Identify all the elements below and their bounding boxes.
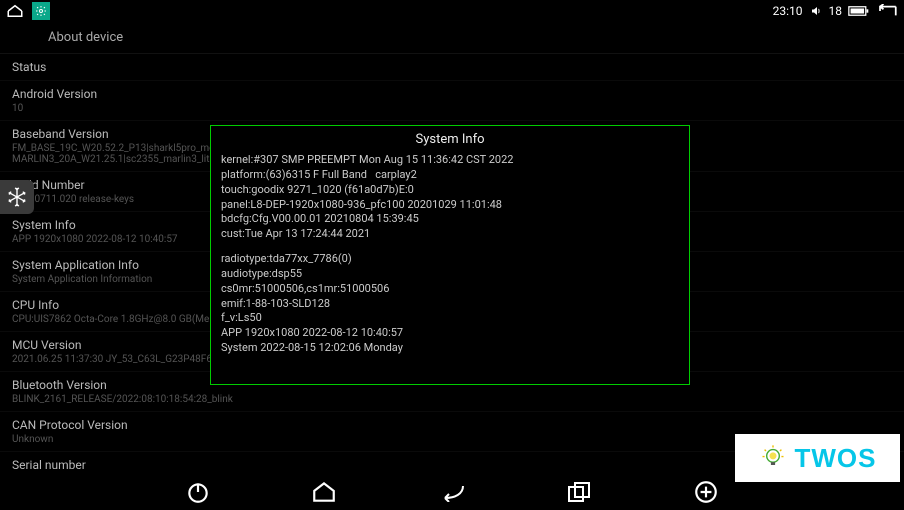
twos-watermark: TWOS — [735, 434, 900, 482]
system-info-dialog: System Info kernel:#307 SMP PREEMPT Mon … — [210, 125, 690, 385]
page-header: About device — [0, 22, 904, 54]
home-button[interactable] — [311, 479, 337, 505]
power-button[interactable] — [185, 479, 211, 505]
lightbulb-icon — [759, 444, 787, 472]
add-button[interactable] — [693, 479, 719, 505]
dialog-body-1: kernel:#307 SMP PREEMPT Mon Aug 15 11:36… — [221, 153, 679, 242]
back-icon[interactable] — [876, 4, 898, 18]
page-title: About device — [48, 30, 123, 45]
freeze-tab[interactable] — [0, 180, 34, 214]
back-button[interactable] — [437, 482, 467, 502]
row-title: CAN Protocol Version — [12, 418, 892, 432]
dialog-title: System Info — [221, 132, 679, 147]
row-android-version[interactable]: Android Version 10 — [0, 81, 904, 121]
dialog-body-2: radiotype:tda77xx_7786(0) audiotype:dsp5… — [221, 252, 679, 356]
watermark-text: TWOS — [795, 443, 877, 474]
home-icon[interactable] — [6, 4, 24, 18]
battery-icon — [848, 5, 870, 17]
status-time: 23:10 — [773, 4, 803, 18]
status-volume: 18 — [829, 4, 843, 18]
volume-icon — [809, 5, 823, 17]
row-title: Status — [12, 60, 892, 74]
recents-button[interactable] — [567, 481, 593, 503]
status-bar: 23:10 18 — [0, 0, 904, 22]
row-status[interactable]: Status — [0, 54, 904, 81]
row-subtitle: 10 — [12, 103, 892, 114]
settings-app-icon[interactable] — [32, 2, 50, 20]
row-title: Android Version — [12, 87, 892, 101]
snowflake-icon — [6, 186, 28, 208]
row-subtitle: BLINK_2161_RELEASE/2022:08:10:18:54:28_b… — [12, 394, 892, 405]
